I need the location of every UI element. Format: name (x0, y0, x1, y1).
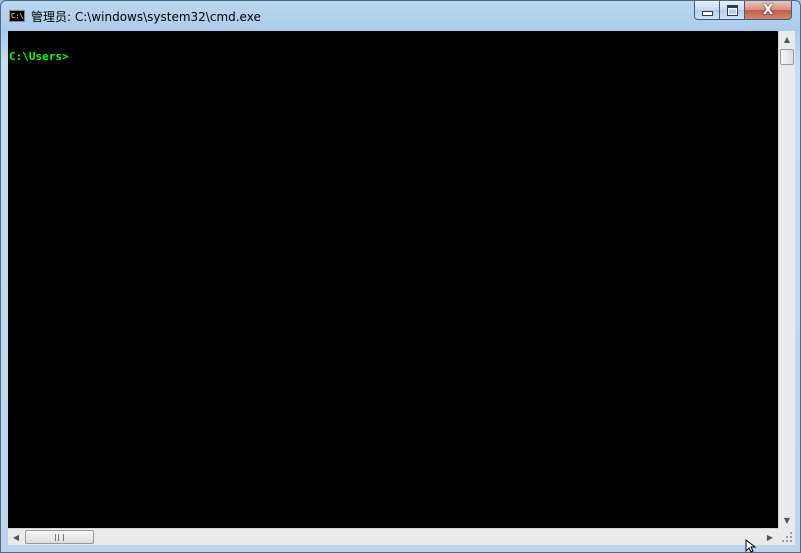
title-bar[interactable]: C:\_ 管理员: C:\windows\system32\cmd.exe X (1, 1, 800, 31)
vertical-scrollbar[interactable]: ▲ ▼ (778, 31, 795, 528)
close-button[interactable]: X (745, 1, 792, 20)
caption-buttons: X (694, 1, 792, 20)
maximize-icon (726, 4, 738, 16)
scroll-up-button[interactable]: ▲ (779, 31, 795, 47)
window-title: 管理员: C:\windows\system32\cmd.exe (31, 10, 261, 24)
scroll-left-button[interactable]: ◀ (8, 529, 24, 545)
horizontal-scroll-thumb[interactable] (25, 530, 94, 544)
scroll-down-button[interactable]: ▼ (779, 512, 795, 528)
scroll-up-arrow-icon: ▲ (783, 34, 791, 44)
minimize-icon (701, 10, 713, 16)
console-output[interactable]: C:\Users> (8, 31, 778, 528)
console-app-icon[interactable]: C:\_ (9, 10, 25, 22)
grip-icon (55, 533, 64, 541)
scroll-right-arrow-icon: ▶ (766, 532, 774, 542)
horizontal-scrollbar[interactable]: ◀ ▶ (8, 528, 778, 545)
scroll-left-arrow-icon: ◀ (12, 532, 20, 542)
mouse-cursor-icon (745, 539, 757, 553)
console-app-icon-text: C:\_ (11, 12, 24, 20)
vertical-scroll-thumb[interactable] (780, 49, 794, 65)
scroll-down-arrow-icon: ▼ (783, 515, 791, 525)
minimize-button[interactable] (694, 1, 720, 20)
resize-grip-icon[interactable] (778, 528, 795, 545)
cmd-window: C:\_ 管理员: C:\windows\system32\cmd.exe X … (0, 0, 801, 553)
maximize-button[interactable] (720, 1, 745, 20)
command-prompt: C:\Users> (9, 50, 69, 63)
close-icon: X (762, 2, 774, 18)
scroll-right-button[interactable]: ▶ (762, 529, 778, 545)
